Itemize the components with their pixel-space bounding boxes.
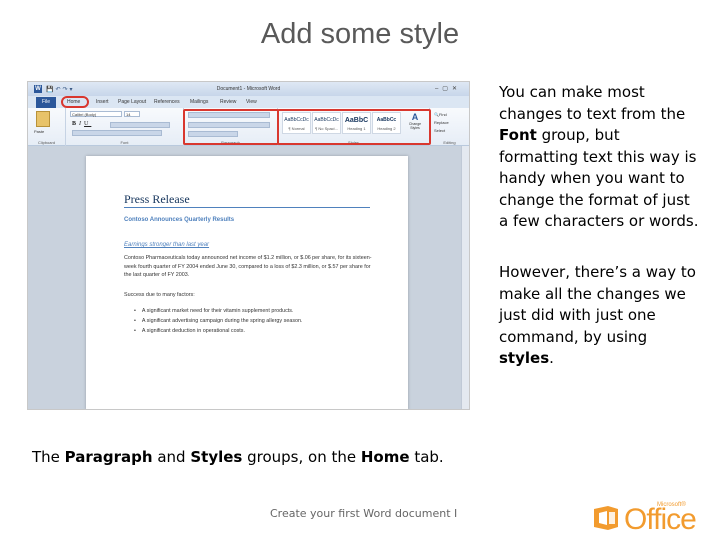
- side-text-part: You can make most changes to text from t…: [499, 83, 686, 123]
- side-text-styles: However, there’s a way to make all the c…: [499, 262, 699, 370]
- office-logo-text: Office: [624, 503, 697, 536]
- paste-button[interactable]: Paste: [34, 129, 44, 134]
- caption-bold-home: Home: [360, 448, 410, 466]
- list-item: A significant deduction in operational c…: [134, 326, 303, 336]
- side-text-part: However, there’s a way to make all the c…: [499, 263, 696, 346]
- tab-mailings[interactable]: Mailings: [190, 99, 208, 105]
- screenshot-caption: The Paragraph and Styles groups, on the …: [32, 448, 444, 466]
- side-text-font: You can make most changes to text from t…: [499, 82, 699, 233]
- font-color-buttons[interactable]: [72, 130, 162, 136]
- office-logo-icon: [594, 506, 618, 530]
- caption-part: tab.: [409, 448, 444, 466]
- select-button[interactable]: Select: [434, 128, 445, 133]
- paste-icon[interactable]: [36, 111, 50, 127]
- replace-button[interactable]: Replace: [434, 120, 449, 125]
- caption-part: and: [152, 448, 191, 466]
- doc-bullet-list: A significant market need for their vita…: [134, 306, 303, 336]
- side-text-bold-styles: styles: [499, 349, 550, 367]
- doc-heading: Earnings stronger than last year: [124, 242, 210, 248]
- group-label-font: Font: [120, 140, 129, 145]
- tab-insert[interactable]: Insert: [96, 99, 109, 105]
- tab-view[interactable]: View: [246, 99, 257, 105]
- home-tab-highlight: [61, 96, 89, 108]
- group-label-editing: Editing: [443, 140, 456, 145]
- slide-title: Add some style: [260, 18, 460, 50]
- styles-group-highlight: [277, 109, 431, 145]
- word-titlebar: W 💾↶↷▾ Document1 - Microsoft Word –▢✕: [28, 82, 469, 96]
- find-button[interactable]: 🔍Find: [434, 112, 447, 117]
- side-text-part: .: [549, 349, 554, 367]
- doc-paragraph: Contoso Pharmaceuticals today announced …: [124, 255, 372, 278]
- tab-review[interactable]: Review: [220, 99, 236, 105]
- document-canvas: Press Release Contoso Announces Quarterl…: [28, 146, 469, 409]
- group-font: Calibri (Body) 14 BIU Font: [66, 108, 184, 146]
- caption-bold-styles: Styles: [190, 448, 243, 466]
- list-item: A significant market need for their vita…: [134, 306, 303, 316]
- find-label: Find: [438, 112, 447, 117]
- caption-part: groups, on the: [242, 448, 361, 466]
- side-text-bold-font: Font: [499, 126, 537, 144]
- document-page[interactable]: Press Release Contoso Announces Quarterl…: [86, 156, 408, 409]
- font-name-value: Calibri (Body): [72, 112, 97, 117]
- group-editing: 🔍Find Replace Select Editing: [430, 108, 469, 146]
- group-clipboard: Paste Clipboard: [28, 108, 66, 146]
- paragraph-group-highlight: [183, 109, 279, 145]
- list-item: A significant advertising campaign durin…: [134, 316, 303, 326]
- doc-title: Press Release: [124, 192, 190, 206]
- caption-bold-paragraph: Paragraph: [64, 448, 153, 466]
- ribbon-tabs: File Home Insert Page Layout References …: [28, 96, 469, 108]
- ribbon: Paste Clipboard Calibri (Body) 14 BIU Fo…: [28, 108, 469, 146]
- vertical-scrollbar[interactable]: [461, 146, 469, 409]
- doc-title-rule: [124, 207, 370, 208]
- word-screenshot: W 💾↶↷▾ Document1 - Microsoft Word –▢✕ Fi…: [27, 81, 470, 410]
- font-format-buttons[interactable]: BIU: [72, 121, 91, 127]
- tab-references[interactable]: References: [154, 99, 180, 105]
- font-size-value: 14: [126, 112, 131, 117]
- doc-list-intro: Success due to many factors:: [124, 292, 195, 298]
- doc-subtitle: Contoso Announces Quarterly Results: [124, 217, 235, 223]
- window-title: Document1 - Microsoft Word: [216, 86, 281, 92]
- font-effect-buttons[interactable]: [110, 122, 170, 128]
- tab-file[interactable]: File: [36, 97, 56, 108]
- microsoft-label: Microsoft®: [657, 502, 686, 508]
- caption-part: The: [32, 448, 65, 466]
- tab-page-layout[interactable]: Page Layout: [118, 99, 146, 105]
- window-controls[interactable]: –▢✕: [435, 85, 461, 92]
- group-label-clipboard: Clipboard: [37, 140, 56, 145]
- slide-footer: Create your first Word document I: [270, 507, 458, 520]
